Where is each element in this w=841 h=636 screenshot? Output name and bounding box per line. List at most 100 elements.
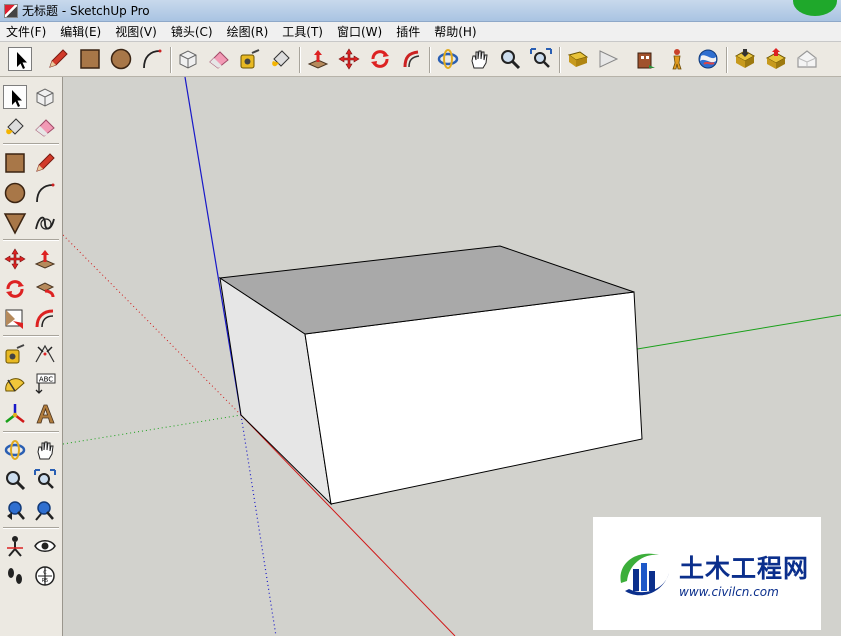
left-rectangle-button[interactable] bbox=[3, 151, 27, 175]
watermark-url: www.civilcn.com bbox=[679, 584, 779, 599]
sketchup-app-icon[interactable] bbox=[4, 3, 18, 18]
arc-tool-button[interactable] bbox=[140, 47, 164, 71]
warehouse-upload-button[interactable] bbox=[764, 47, 788, 71]
rectangle-tool-button[interactable] bbox=[78, 47, 102, 71]
left-previous-view-button[interactable] bbox=[3, 498, 27, 522]
menu-plugins[interactable]: 插件 bbox=[390, 23, 428, 40]
left-line-button[interactable] bbox=[33, 151, 57, 175]
zoom-extents-button[interactable] bbox=[529, 47, 553, 71]
left-zoom-extents-button[interactable] bbox=[33, 498, 57, 522]
left-axes-button[interactable] bbox=[3, 402, 27, 426]
toggle-terrain-button[interactable] bbox=[597, 47, 621, 71]
toolbar-separator bbox=[299, 47, 301, 73]
circle-tool-button[interactable] bbox=[109, 47, 133, 71]
pencil-tool-button[interactable] bbox=[46, 47, 70, 71]
left-eraser-button[interactable] bbox=[33, 115, 57, 139]
left-walk-button[interactable] bbox=[3, 564, 27, 588]
push-pull-button[interactable] bbox=[306, 47, 330, 71]
left-tape-measure-button[interactable] bbox=[3, 342, 27, 366]
previous-view-icon bbox=[7, 501, 25, 520]
menu-edit[interactable]: 编辑(E) bbox=[54, 23, 109, 40]
photo-textures-button[interactable] bbox=[634, 47, 658, 71]
eraser-tool-button[interactable] bbox=[207, 47, 231, 71]
left-3d-text-button[interactable] bbox=[33, 402, 57, 426]
red-axis-dotted bbox=[63, 234, 242, 416]
component-box-icon bbox=[179, 50, 197, 69]
add-location-button[interactable] bbox=[566, 47, 590, 71]
make-component-button[interactable] bbox=[176, 47, 200, 71]
rotate-icon bbox=[371, 50, 389, 68]
left-scale-button[interactable] bbox=[3, 307, 27, 331]
left-orbit-button[interactable] bbox=[3, 438, 27, 462]
watermark-text: 土木工程网 www.civilcn.com bbox=[679, 549, 809, 599]
left-protractor-button[interactable] bbox=[3, 372, 27, 396]
push-pull-icon bbox=[34, 250, 56, 269]
pencil-icon bbox=[36, 153, 55, 172]
menu-window[interactable]: 窗口(W) bbox=[331, 23, 390, 40]
left-circle-button[interactable] bbox=[3, 181, 27, 205]
paint-bucket-icon bbox=[272, 50, 290, 67]
tape-measure-icon bbox=[5, 344, 25, 364]
rotate-tool-button[interactable] bbox=[368, 47, 392, 71]
warehouse-upload-icon bbox=[765, 48, 787, 69]
menu-help[interactable]: 帮助(H) bbox=[428, 23, 484, 40]
left-select-button[interactable] bbox=[3, 85, 27, 109]
left-zoom-button[interactable] bbox=[3, 468, 27, 492]
left-rotate-button[interactable] bbox=[3, 277, 27, 301]
magnifier-icon bbox=[6, 471, 26, 491]
svg-text:R5: R5 bbox=[42, 578, 49, 584]
left-freehand-button[interactable] bbox=[33, 211, 57, 235]
left-move-button[interactable] bbox=[3, 247, 27, 271]
position-camera-icon bbox=[7, 536, 23, 557]
left-dimension-button[interactable] bbox=[33, 342, 57, 366]
left-text-button[interactable]: ABC bbox=[33, 372, 57, 396]
left-zoom-window-button[interactable] bbox=[33, 468, 57, 492]
menu-file[interactable]: 文件(F) bbox=[0, 23, 54, 40]
hand-icon bbox=[471, 50, 488, 69]
zoom-tool-button[interactable] bbox=[498, 47, 522, 71]
person-figure-icon bbox=[672, 49, 682, 70]
get-models-button[interactable] bbox=[665, 47, 689, 71]
left-make-component-button[interactable] bbox=[33, 85, 57, 109]
watermark-name: 土木工程网 bbox=[679, 553, 810, 583]
paint-bucket-icon bbox=[6, 118, 24, 135]
paint-bucket-button[interactable] bbox=[269, 47, 293, 71]
section-plane-icon: C R5 bbox=[35, 566, 55, 586]
eraser-icon bbox=[35, 119, 55, 137]
left-offset-button[interactable] bbox=[33, 307, 57, 331]
move-tool-button[interactable] bbox=[337, 47, 361, 71]
left-paint-bucket-button[interactable] bbox=[3, 115, 27, 139]
green-axis-dotted bbox=[63, 414, 242, 445]
toolbar-separator bbox=[3, 335, 59, 337]
window-button[interactable] bbox=[793, 0, 837, 16]
preview-google-earth-button[interactable] bbox=[795, 47, 819, 71]
circle-icon bbox=[4, 182, 26, 204]
menu-camera[interactable]: 镜头(C) bbox=[165, 23, 221, 40]
follow-me-icon bbox=[403, 50, 420, 68]
follow-me-button[interactable] bbox=[399, 47, 423, 71]
zoom-window-icon bbox=[34, 469, 56, 489]
menu-view[interactable]: 视图(V) bbox=[109, 23, 165, 40]
google-earth-button[interactable] bbox=[696, 47, 720, 71]
left-arc-button[interactable] bbox=[33, 181, 57, 205]
left-pan-button[interactable] bbox=[33, 438, 57, 462]
left-look-around-button[interactable] bbox=[33, 534, 57, 558]
menu-tools[interactable]: 工具(T) bbox=[276, 23, 331, 40]
left-follow-me-button[interactable] bbox=[33, 277, 57, 301]
svg-text:ABC: ABC bbox=[39, 376, 53, 384]
zoom-extents-icon bbox=[35, 501, 54, 521]
move-arrows-icon bbox=[338, 48, 360, 70]
left-polygon-button[interactable] bbox=[3, 211, 27, 235]
toolbar-separator bbox=[429, 47, 431, 73]
tape-measure-button[interactable] bbox=[238, 47, 262, 71]
left-push-pull-button[interactable] bbox=[33, 247, 57, 271]
select-tool-button[interactable] bbox=[8, 47, 32, 71]
drawing-viewport[interactable]: 土木工程网 www.civilcn.com bbox=[63, 77, 841, 636]
left-position-camera-button[interactable] bbox=[3, 534, 27, 558]
warehouse-download-button[interactable] bbox=[733, 47, 757, 71]
orbit-tool-button[interactable] bbox=[436, 47, 460, 71]
menu-draw[interactable]: 绘图(R) bbox=[221, 23, 277, 40]
pan-tool-button[interactable] bbox=[467, 47, 491, 71]
left-section-plane-button[interactable]: C R5 bbox=[33, 564, 57, 588]
toolbar-separator bbox=[3, 239, 59, 241]
